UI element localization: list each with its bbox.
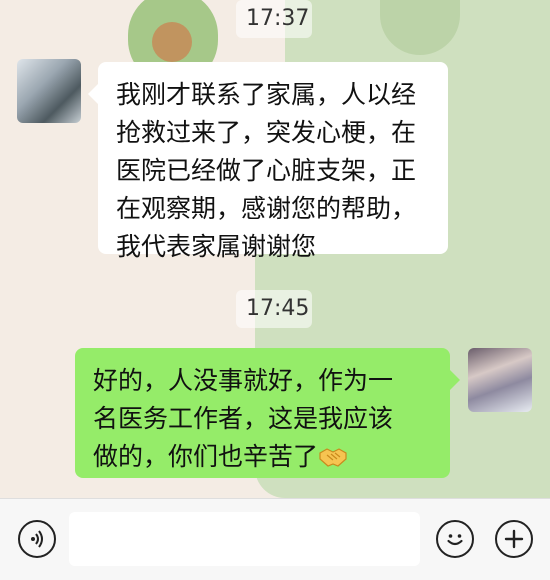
- plus-icon: [504, 529, 524, 549]
- timestamp: 17:45: [236, 290, 312, 328]
- message-input[interactable]: [69, 512, 420, 566]
- smiley-icon: [447, 534, 463, 546]
- voice-icon: [31, 530, 43, 548]
- more-button[interactable]: [495, 520, 533, 558]
- message-line: 做的，你们也辛苦了: [93, 438, 432, 476]
- message-line-text: 做的，你们也辛苦了: [93, 442, 319, 471]
- chat-input-bar: [0, 498, 550, 580]
- handshake-icon: [319, 448, 347, 467]
- incoming-message-bubble[interactable]: 我刚才联系了家属，人以经 抢救过来了，突发心梗，在 医院已经做了心脏支架，正 在…: [88, 62, 448, 261]
- avocado-seed-illustration: [152, 22, 192, 62]
- timestamp: 17:37: [236, 0, 312, 38]
- message-line: 名医务工作者，这是我应该: [93, 404, 394, 433]
- outgoing-message-bubble[interactable]: 好的，人没事就好，作为一 名医务工作者，这是我应该 做的，你们也辛苦了: [75, 348, 460, 478]
- message-line: 抢救过来了，突发心梗，在: [116, 118, 417, 147]
- contact-avatar[interactable]: [17, 59, 81, 123]
- emoji-button[interactable]: [436, 520, 474, 558]
- message-line: 我代表家属谢谢您: [116, 232, 317, 261]
- user-avatar[interactable]: [468, 348, 532, 412]
- message-line: 我刚才联系了家属，人以经: [116, 80, 417, 109]
- message-line: 好的，人没事就好，作为一: [93, 366, 394, 395]
- message-line: 在观察期，感谢您的帮助，: [116, 194, 417, 223]
- message-line: 医院已经做了心脏支架，正: [116, 156, 417, 185]
- voice-button[interactable]: [18, 520, 56, 558]
- chat-background: 17:37 我刚才联系了家属，人以经 抢救过来了，突发心梗，在 医院已经做了心脏…: [0, 0, 550, 498]
